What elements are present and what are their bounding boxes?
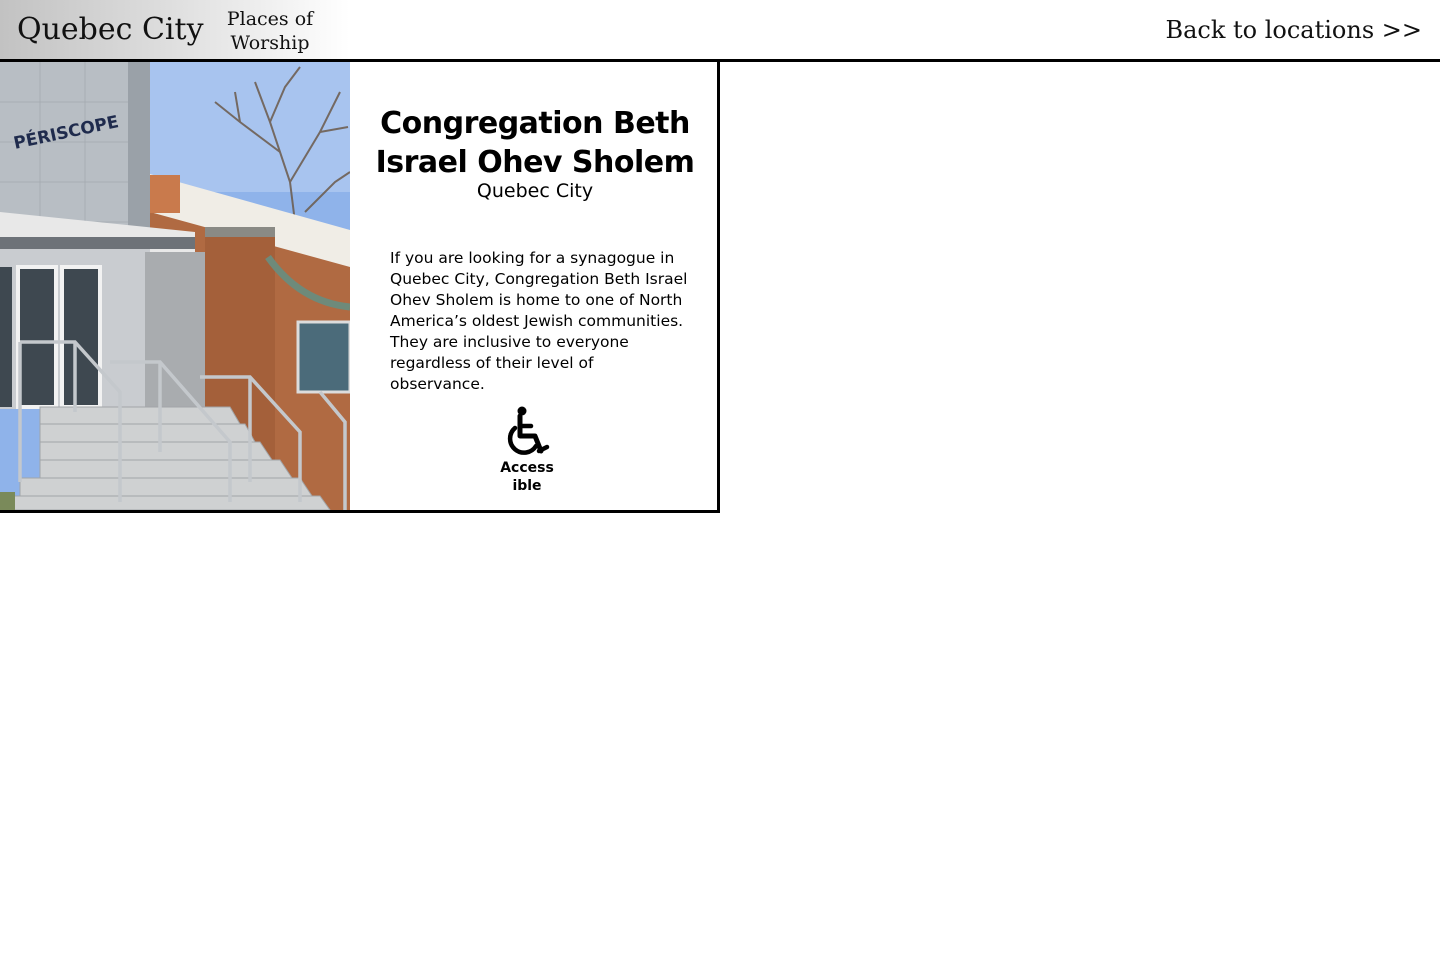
location-info: Congregation Beth Israel Ohev Sholem Que…	[350, 62, 717, 510]
place-description: If you are looking for a synagogue in Qu…	[390, 249, 688, 393]
accessible-label: Accessible	[500, 460, 554, 494]
location-card: PÉRISCOPE Congregation Beth Israel Ohev …	[0, 62, 720, 513]
location-photo: PÉRISCOPE	[0, 62, 350, 510]
wheelchair-icon	[507, 406, 550, 455]
city-title[interactable]: Quebec City	[17, 11, 204, 49]
category-label[interactable]: Places of Worship	[215, 7, 325, 55]
accessible-feature: Accessible	[490, 406, 564, 495]
place-title: Congregation Beth Israel Ohev Sholem	[375, 106, 695, 180]
place-city: Quebec City	[476, 180, 594, 202]
back-to-locations-link[interactable]: Back to locations >>	[1165, 14, 1422, 46]
header-brand-block: Quebec City Places of Worship	[0, 0, 350, 59]
site-header: Quebec City Places of Worship Back to lo…	[0, 0, 1440, 62]
